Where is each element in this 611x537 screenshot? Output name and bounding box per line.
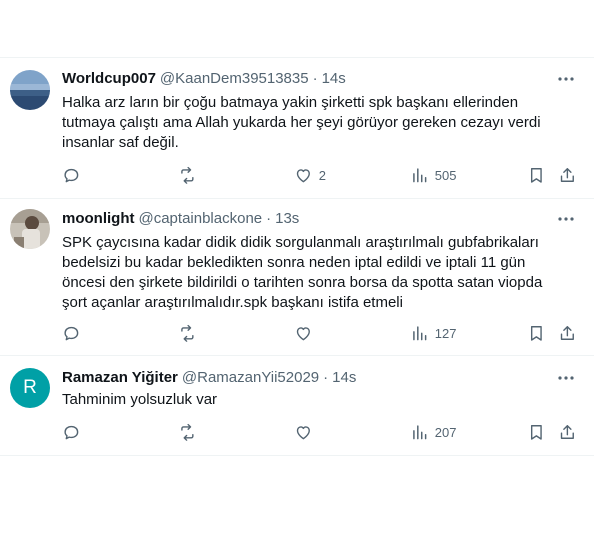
reply-icon — [62, 423, 81, 442]
display-name[interactable]: moonlight — [62, 209, 134, 229]
reply-icon — [62, 166, 81, 185]
timestamp[interactable]: 14s — [332, 368, 356, 388]
bookmark-button[interactable] — [527, 165, 546, 185]
share-button[interactable] — [558, 323, 577, 343]
bookmark-icon — [527, 166, 546, 185]
separator: · — [266, 210, 272, 227]
reply-button[interactable] — [62, 323, 87, 343]
display-name[interactable]: Ramazan Yiğiter — [62, 368, 178, 388]
repost-button[interactable] — [178, 323, 203, 343]
share-button[interactable] — [558, 422, 577, 442]
repost-icon — [178, 324, 197, 343]
tweet-actions: 2 505 — [52, 165, 582, 185]
repost-button[interactable] — [178, 165, 203, 185]
more-icon[interactable] — [556, 209, 576, 229]
user-handle[interactable]: @KaanDem39513835 — [160, 69, 309, 89]
user-handle[interactable]: @RamazanYii52029 — [182, 368, 319, 388]
like-count: 2 — [318, 167, 326, 183]
views-icon — [410, 166, 429, 185]
tweet-actions: 207 — [52, 422, 582, 442]
views-count: 505 — [434, 167, 457, 183]
tweet[interactable]: Worldcup007 @KaanDem39513835 · 14s Halka… — [0, 57, 594, 198]
views-icon — [410, 423, 429, 442]
bookmark-icon — [527, 423, 546, 442]
tweet-feed: Worldcup007 @KaanDem39513835 · 14s Halka… — [0, 57, 594, 456]
views-button[interactable]: 127 — [410, 323, 456, 343]
avatar[interactable]: R — [10, 368, 50, 408]
reply-icon — [62, 324, 81, 343]
reply-button[interactable] — [62, 422, 87, 442]
views-button[interactable]: 207 — [410, 422, 456, 442]
tweet-header: Ramazan Yiğiter @RamazanYii52029 · 14s — [62, 368, 356, 388]
views-button[interactable]: 505 — [410, 165, 456, 185]
timestamp[interactable]: 13s — [275, 209, 299, 229]
bookmark-button[interactable] — [527, 323, 546, 343]
bookmark-button[interactable] — [527, 422, 546, 442]
like-button[interactable]: 2 — [294, 165, 326, 185]
like-button[interactable] — [294, 422, 319, 442]
share-icon — [558, 423, 577, 442]
separator: · — [323, 369, 329, 386]
bookmark-icon — [527, 324, 546, 343]
tweet-text: Halka arz ların bir çoğu batmaya yakin ş… — [62, 94, 541, 151]
share-button[interactable] — [558, 165, 577, 185]
display-name[interactable]: Worldcup007 — [62, 69, 156, 89]
like-icon — [294, 324, 313, 343]
views-count: 127 — [434, 325, 457, 341]
share-icon — [558, 324, 577, 343]
repost-button[interactable] — [178, 422, 203, 442]
tweet[interactable]: moonlight @captainblackone · 13s SPK çay… — [0, 198, 594, 355]
tweet-header: moonlight @captainblackone · 13s — [62, 209, 299, 229]
tweet-header: Worldcup007 @KaanDem39513835 · 14s — [62, 69, 346, 89]
like-icon — [294, 423, 313, 442]
more-icon[interactable] — [556, 368, 576, 388]
like-button[interactable] — [294, 323, 319, 343]
user-handle[interactable]: @captainblackone — [138, 209, 262, 229]
tweet[interactable]: R Ramazan Yiğiter @RamazanYii52029 · 14s… — [0, 355, 594, 456]
separator: · — [312, 70, 318, 87]
more-icon[interactable] — [556, 69, 576, 89]
repost-icon — [178, 423, 197, 442]
timestamp[interactable]: 14s — [322, 69, 346, 89]
like-icon — [294, 166, 313, 185]
share-icon — [558, 166, 577, 185]
tweet-actions: 127 — [52, 323, 582, 343]
avatar-letter: R — [23, 377, 37, 398]
repost-icon — [178, 166, 197, 185]
views-count: 207 — [434, 424, 457, 440]
avatar[interactable] — [10, 209, 50, 249]
reply-button[interactable] — [62, 165, 87, 185]
views-icon — [410, 324, 429, 343]
tweet-text: Tahminim yolsuzluk var — [62, 391, 218, 408]
avatar[interactable] — [10, 70, 50, 110]
tweet-text: SPK çaycısına kadar didik didik sorgulan… — [62, 234, 543, 311]
